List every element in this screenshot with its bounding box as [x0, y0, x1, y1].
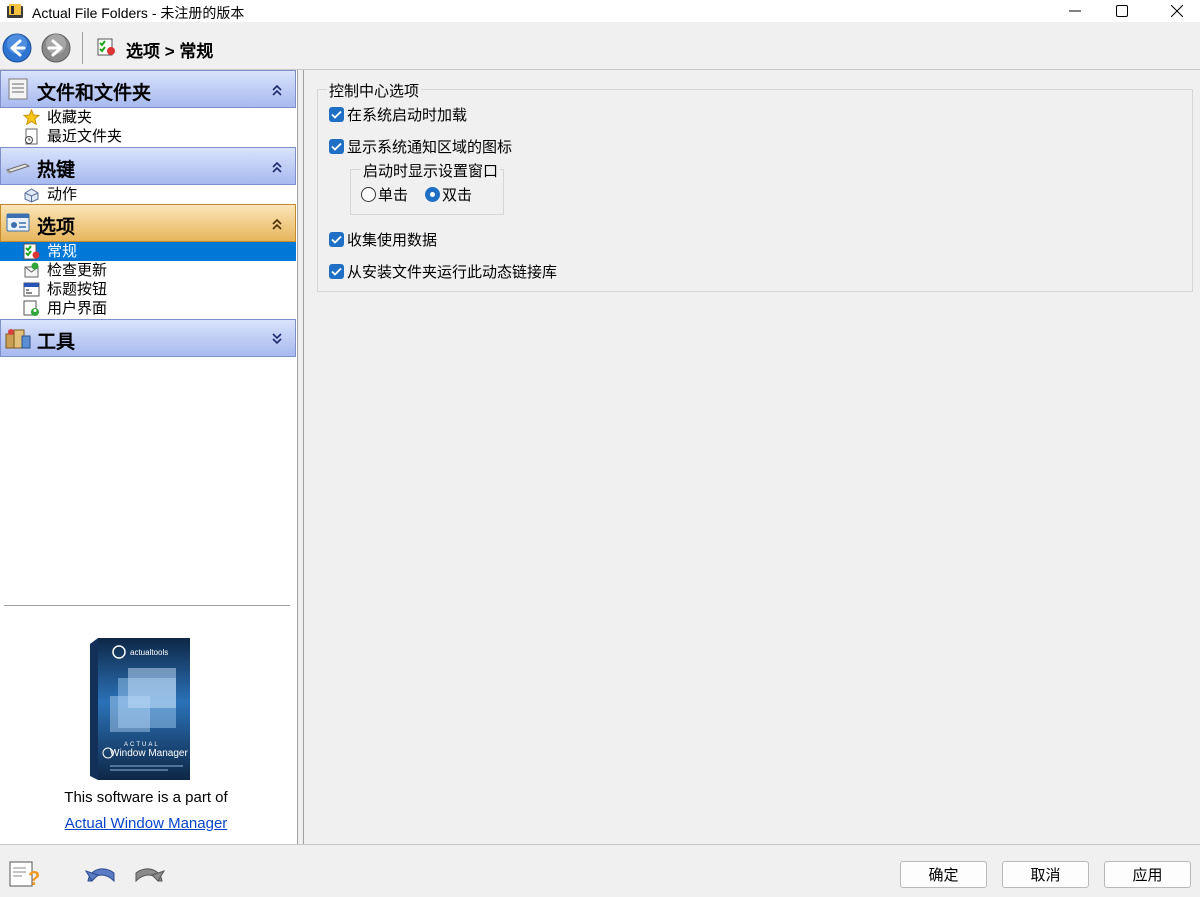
sidebar-item-title-buttons[interactable]: 标题按钮	[0, 280, 296, 299]
tools-icon	[5, 329, 31, 349]
show-tray-icon-checkbox[interactable]: 显示系统通知区域的图标	[329, 136, 512, 156]
user-interface-icon	[23, 300, 39, 316]
collect-usage-data-checkbox[interactable]: 收集使用数据	[329, 229, 437, 249]
recent-folders-icon	[25, 128, 38, 145]
checkbox-label: 从安装文件夹运行此动态链接库	[347, 263, 558, 281]
radio-on-icon	[425, 186, 440, 202]
group-title: 控制中心选项	[327, 80, 422, 101]
undo-icon[interactable]	[84, 859, 118, 889]
promo-text: This software is a part of	[64, 789, 228, 806]
checkbox-label: 显示系统通知区域的图标	[347, 138, 513, 156]
run-dll-from-install-folder-checkbox[interactable]: 从安装文件夹运行此动态链接库	[329, 261, 557, 281]
checkbox-checked-icon	[329, 138, 344, 154]
sidebar-item-label: 常规	[47, 243, 78, 260]
double-click-radio[interactable]: 双击	[425, 184, 472, 204]
checkbox-checked-icon	[329, 263, 344, 279]
general-settings-icon	[23, 243, 40, 260]
chevron-up-icon	[272, 218, 282, 230]
radio-label: 单击	[378, 186, 409, 204]
general-settings-icon	[97, 38, 115, 56]
sidebar-item-favorites[interactable]: 收藏夹	[0, 108, 296, 127]
maximize-icon	[1116, 5, 1128, 17]
group-header-hotkeys[interactable]: 热键	[0, 147, 296, 185]
single-click-radio[interactable]: 单击	[361, 184, 408, 204]
radio-off-icon	[361, 186, 376, 202]
product-box-image: actualtools ACTUAL Window Manager	[90, 638, 190, 780]
forward-button[interactable]	[41, 33, 71, 63]
sidebar-item-user-interface[interactable]: 用户界面	[0, 299, 296, 318]
sidebar-item-label: 收藏夹	[47, 109, 93, 126]
sidebar-item-check-updates[interactable]: 检查更新	[0, 261, 296, 280]
startup-group-title: 启动时显示设置窗口	[361, 160, 501, 181]
sidebar-item-label: 检查更新	[47, 262, 108, 279]
svg-text:?: ?	[28, 868, 40, 889]
title-bar: Actual File Folders - 未注册的版本	[0, 0, 1200, 22]
checkbox-label: 收集使用数据	[347, 231, 438, 249]
sidebar-item-general[interactable]: 常规	[0, 242, 296, 261]
group-title-tools: 工具	[37, 332, 76, 353]
sidebar: 文件和文件夹 收藏夹 最近文件夹 热键 动作 选项 常规 检查更新 标题按钮 用…	[0, 70, 298, 844]
close-icon	[1171, 5, 1183, 17]
checkbox-checked-icon	[329, 106, 344, 122]
options-icon	[6, 213, 30, 232]
navigation-toolbar: 选项 > 常规	[0, 22, 1200, 70]
settings-panel: 控制中心选项 在系统启动时加载 显示系统通知区域的图标 启动时显示设置窗口 单击…	[305, 70, 1200, 844]
ok-button[interactable]: 确定	[900, 861, 987, 888]
chevron-up-icon	[272, 84, 282, 96]
sidebar-item-label: 用户界面	[47, 300, 108, 317]
maximize-button[interactable]	[1099, 0, 1145, 22]
files-folders-icon	[8, 78, 28, 100]
checkbox-checked-icon	[329, 231, 344, 247]
group-title-options: 选项	[37, 217, 76, 238]
app-icon	[7, 4, 23, 18]
sidebar-item-actions[interactable]: 动作	[0, 185, 296, 204]
keyboard-icon	[5, 163, 31, 174]
product-box-brand: actualtools	[130, 648, 168, 657]
cancel-button[interactable]: 取消	[1002, 861, 1089, 888]
sidebar-item-label: 最近文件夹	[47, 128, 123, 145]
group-header-options[interactable]: 选项	[0, 204, 296, 242]
panel-splitter[interactable]	[298, 70, 304, 844]
breadcrumb: 选项 > 常规	[126, 42, 214, 61]
group-header-files-folders[interactable]: 文件和文件夹	[0, 70, 296, 108]
product-box-title: Window Manager	[110, 748, 188, 759]
back-button[interactable]	[2, 33, 32, 63]
chevron-up-icon	[272, 161, 282, 173]
check-updates-icon	[24, 262, 39, 278]
group-title-hotkeys: 热键	[37, 160, 76, 181]
bottom-bar: ? 确定 取消 应用	[0, 844, 1200, 897]
group-header-tools[interactable]: 工具	[0, 319, 296, 357]
group-title-files-folders: 文件和文件夹	[37, 83, 152, 104]
actions-icon	[24, 188, 39, 203]
redo-icon[interactable]	[132, 859, 166, 889]
toolbar-separator	[82, 32, 83, 64]
chevron-down-icon	[272, 333, 282, 345]
star-icon	[23, 109, 40, 126]
sidebar-item-label: 标题按钮	[47, 281, 108, 298]
load-at-startup-checkbox[interactable]: 在系统启动时加载	[329, 104, 467, 124]
radio-label: 双击	[442, 186, 473, 204]
close-button[interactable]	[1154, 0, 1200, 22]
sidebar-item-label: 动作	[47, 186, 78, 203]
help-icon[interactable]: ?	[8, 859, 42, 889]
title-buttons-icon	[23, 282, 40, 297]
apply-button[interactable]: 应用	[1104, 861, 1191, 888]
minimize-icon	[1069, 10, 1081, 12]
minimize-button[interactable]	[1052, 0, 1098, 22]
promo-separator	[4, 605, 290, 606]
window-title: Actual File Folders - 未注册的版本	[32, 5, 245, 21]
checkbox-label: 在系统启动时加载	[347, 106, 468, 124]
promo-link[interactable]: Actual Window Manager	[0, 815, 292, 832]
sidebar-item-recent-folders[interactable]: 最近文件夹	[0, 127, 296, 146]
